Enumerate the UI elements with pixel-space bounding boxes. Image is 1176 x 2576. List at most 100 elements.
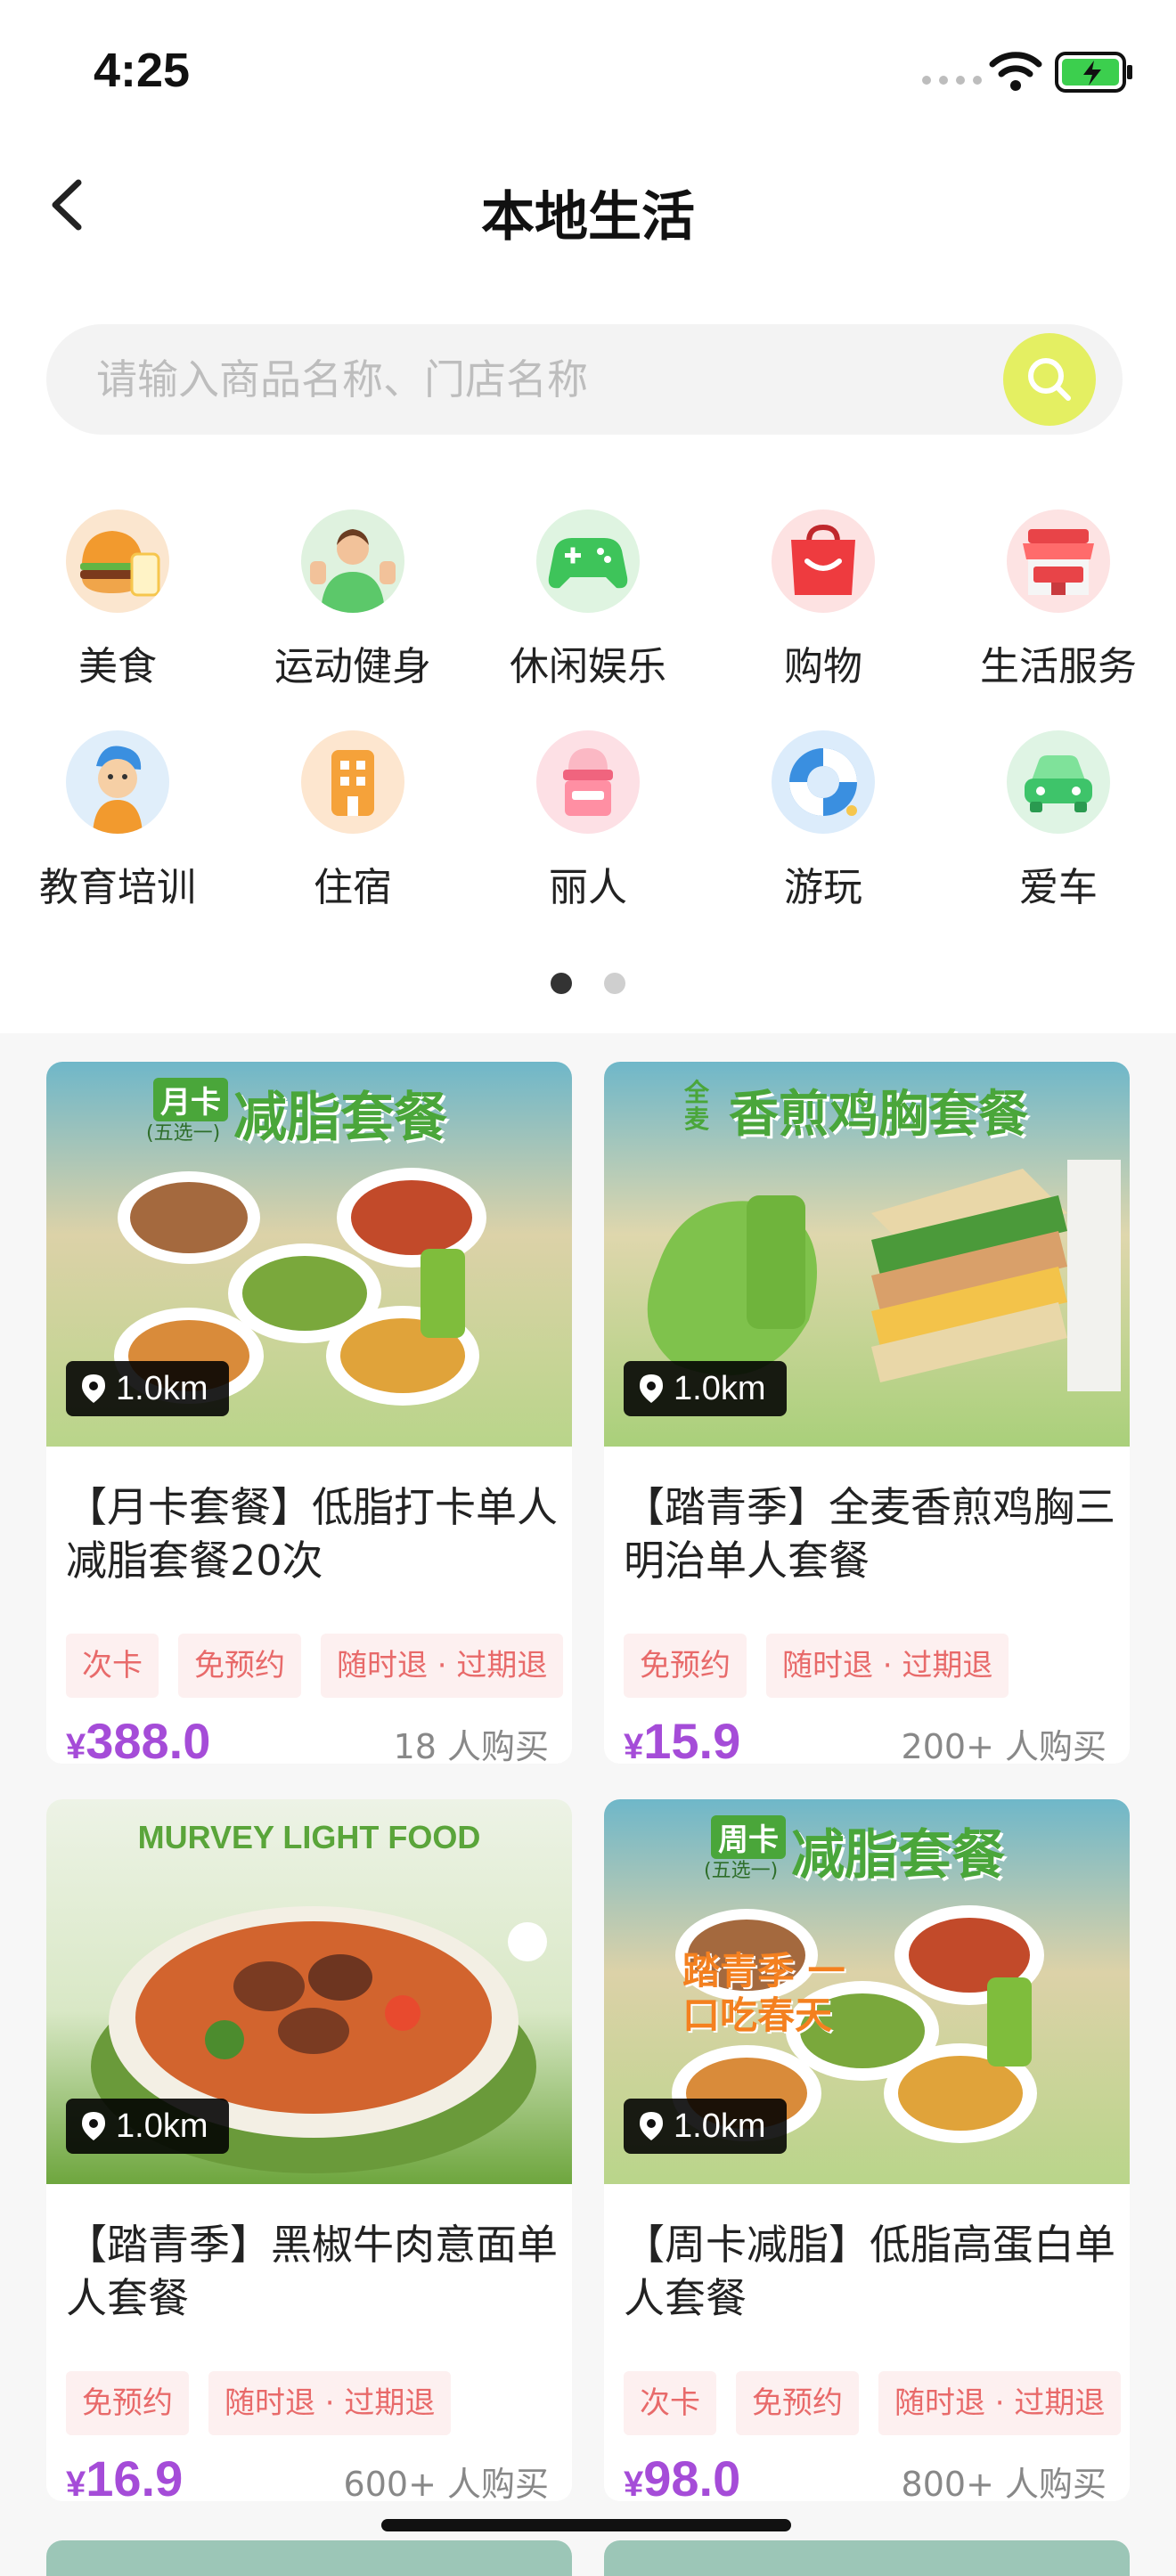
banner-title: 香煎鸡胸套餐	[729, 1086, 1028, 1144]
category-beauty[interactable]: 丽人	[470, 730, 706, 912]
category-shopping[interactable]: 购物	[706, 509, 941, 691]
category-food[interactable]: 美食	[0, 509, 235, 691]
banner-subtitle: (五选一)	[704, 1860, 779, 1882]
category-fitness[interactable]: 运动健身	[235, 509, 470, 691]
tag-list: 免预约 随时退 · 过期退	[624, 1634, 1130, 1698]
price-value: 98.0	[643, 2450, 741, 2501]
tag-list: 次卡 免预约 随时退 · 过期退	[66, 1634, 572, 1698]
burger-icon	[66, 509, 169, 613]
distance-text: 1.0km	[674, 1369, 766, 1407]
wifi-icon	[989, 52, 1042, 91]
category-label: 美食	[78, 644, 157, 689]
banner-title: 减脂套餐	[791, 1824, 1005, 1887]
product-price: ¥388.0	[66, 1712, 210, 1764]
tag: 次卡	[624, 2371, 716, 2435]
category-education[interactable]: 教育培训	[0, 730, 235, 912]
location-pin-icon	[82, 2112, 105, 2140]
category-label: 休闲娱乐	[510, 644, 666, 689]
category-label: 住宿	[314, 865, 392, 910]
tag: 免预约	[178, 1634, 301, 1698]
search-button[interactable]	[1003, 333, 1096, 426]
distance-text: 1.0km	[116, 2107, 208, 2145]
category-play[interactable]: 游玩	[706, 730, 941, 912]
product-name: 【踏青季】黑椒牛肉意面单人套餐	[66, 2221, 558, 2322]
page-title: 本地生活	[481, 186, 695, 249]
distance-badge: 1.0km	[66, 2099, 230, 2154]
hotel-icon	[301, 730, 404, 834]
tag: 免预约	[736, 2371, 859, 2435]
page-indicator	[0, 973, 1176, 994]
product-name: 【周卡减脂】低脂高蛋白单人套餐	[624, 2221, 1115, 2322]
banner-overlay: 踏青季 一口吃春天	[682, 1949, 845, 2037]
cellular-signal-icon	[922, 76, 982, 85]
distance-text: 1.0km	[116, 1369, 208, 1407]
product-image: 周卡 (五选一) 减脂套餐 踏青季 一口吃春天 1.0km	[604, 1799, 1130, 2184]
car-icon	[1007, 730, 1110, 834]
category-entertainment[interactable]: 休闲娱乐	[470, 509, 706, 691]
sold-count: 800+ 人购买	[901, 2465, 1107, 2501]
sold-count: 600+ 人购买	[343, 2465, 549, 2501]
tag: 免预约	[66, 2371, 189, 2435]
product-card[interactable]: 月卡 (五选一) 减脂套餐 1.0km 【月卡套餐】低脂打卡单人减脂套餐20次 …	[46, 1062, 572, 1764]
search-icon	[1028, 358, 1071, 401]
banner-title: 减脂套餐	[233, 1087, 447, 1149]
shop-icon	[1007, 509, 1110, 613]
product-image: 全麦 香煎鸡胸套餐 1.0km	[604, 1062, 1130, 1447]
search-input[interactable]	[96, 324, 987, 435]
tag: 随时退 · 过期退	[208, 2371, 452, 2435]
location-pin-icon	[82, 1374, 105, 1403]
category-life-service[interactable]: 生活服务	[941, 509, 1176, 691]
page-dot[interactable]	[604, 973, 625, 994]
price-value: 15.9	[643, 1713, 741, 1764]
product-card[interactable]: 周卡 (五选一) 减脂套餐 踏青季 一口吃春天 1.0km 【周卡减脂】低脂高蛋…	[604, 1799, 1130, 2501]
location-pin-icon	[640, 2112, 663, 2140]
tag: 随时退 · 过期退	[878, 2371, 1122, 2435]
page-dot-active[interactable]	[551, 973, 572, 994]
distance-badge: 1.0km	[624, 1361, 788, 1416]
banner-tag: 周卡	[711, 1815, 786, 1859]
currency-symbol: ¥	[624, 2465, 644, 2501]
product-card-peek[interactable]	[604, 2540, 1130, 2576]
tag-list: 免预约 随时退 · 过期退	[66, 2371, 572, 2435]
price-value: 388.0	[86, 1713, 211, 1764]
product-name: 【月卡套餐】低脂打卡单人减脂套餐20次	[66, 1483, 558, 1585]
category-label: 购物	[784, 644, 862, 689]
product-card[interactable]: 全麦 香煎鸡胸套餐 1.0km 【踏青季】全麦香煎鸡胸三明治单人套餐 免预约 随…	[604, 1062, 1130, 1764]
banner-tag: 月卡	[153, 1078, 228, 1121]
price-value: 16.9	[86, 2450, 184, 2501]
home-indicator[interactable]	[381, 2519, 791, 2531]
cosmetics-icon	[536, 730, 640, 834]
tag: 随时退 · 过期退	[321, 1634, 564, 1698]
swim-ring-icon	[772, 730, 875, 834]
shopping-bag-icon	[772, 509, 875, 613]
category-label: 丽人	[549, 865, 627, 910]
tag-list: 次卡 免预约 随时退 · 过期退	[624, 2371, 1130, 2435]
product-card-peek[interactable]	[46, 2540, 572, 2576]
category-car[interactable]: 爱车	[941, 730, 1176, 912]
search-bar[interactable]	[46, 324, 1123, 435]
sold-count: 200+ 人购买	[901, 1727, 1107, 1764]
gamepad-icon	[536, 509, 640, 613]
banner-title: MURVEY LIGHT FOOD	[137, 1819, 481, 1855]
distance-text: 1.0km	[674, 2107, 766, 2145]
product-name: 【踏青季】全麦香煎鸡胸三明治单人套餐	[624, 1483, 1115, 1585]
category-hotel[interactable]: 住宿	[235, 730, 470, 912]
product-card[interactable]: MURVEY LIGHT FOOD 1.0km 【踏青季】黑椒牛肉意面单人套餐 …	[46, 1799, 572, 2501]
currency-symbol: ¥	[624, 1727, 644, 1764]
status-time: 4:25	[94, 44, 191, 97]
tag: 随时退 · 过期退	[766, 1634, 1009, 1698]
product-price: ¥16.9	[66, 2450, 183, 2501]
category-label: 生活服务	[980, 644, 1137, 689]
product-price: ¥98.0	[624, 2450, 740, 2501]
category-label: 游玩	[784, 865, 862, 910]
location-pin-icon	[640, 1374, 663, 1403]
currency-symbol: ¥	[66, 1727, 86, 1764]
distance-badge: 1.0km	[624, 2099, 788, 2154]
tag: 次卡	[66, 1634, 159, 1698]
fitness-person-icon	[301, 509, 404, 613]
category-label: 爱车	[1019, 865, 1098, 910]
category-label: 运动健身	[274, 644, 431, 689]
student-icon	[66, 730, 169, 834]
product-price: ¥15.9	[624, 1712, 740, 1764]
battery-icon	[1055, 52, 1132, 93]
